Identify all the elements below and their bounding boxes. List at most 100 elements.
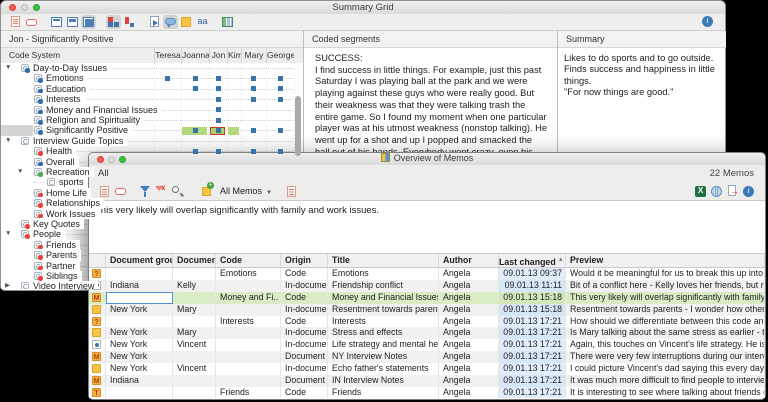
coded-segment-dot[interactable]	[215, 117, 221, 123]
insert-segment-icon[interactable]	[147, 15, 162, 29]
cell-document[interactable]: Kelly	[173, 279, 216, 292]
coded-segment-dot[interactable]	[192, 86, 198, 92]
highlighted-matrix-cell[interactable]	[228, 126, 239, 135]
code-row-interests[interactable]: Interests	[1, 94, 303, 105]
excel-export-icon[interactable]	[693, 184, 708, 198]
coded-segment-dot[interactable]	[192, 128, 198, 134]
coded-segment-dot[interactable]	[277, 76, 283, 82]
code-row-religion-and-spirituality[interactable]: Religion and Spirituality	[1, 115, 303, 126]
coded-segment-dot[interactable]	[215, 107, 221, 113]
cell-code[interactable]: Interests	[216, 315, 281, 328]
cell-title[interactable]: Echo father's statements	[328, 363, 439, 376]
memo-memo-icon[interactable]	[92, 328, 101, 338]
memo-M-icon[interactable]: M	[92, 292, 101, 302]
layout-middle-icon[interactable]	[65, 15, 80, 29]
cell-document-group[interactable]	[106, 315, 173, 328]
cell-title[interactable]: Friends	[328, 386, 439, 398]
cell-document[interactable]	[173, 315, 216, 328]
memo-row[interactable]: M New York Document groupNY Interview Note…	[89, 351, 765, 364]
cell-preview[interactable]: I could picture Vincent's dad saying thi…	[566, 363, 765, 376]
cell-preview[interactable]: Resentment towards parents - I wonder ho…	[566, 303, 765, 316]
cell-author[interactable]: Angela	[439, 386, 499, 398]
eraser-icon[interactable]	[113, 184, 128, 198]
person-column-mary[interactable]: Mary	[241, 48, 266, 63]
summary-table-icon[interactable]	[220, 15, 235, 29]
memo-M-icon[interactable]: M	[92, 352, 101, 362]
cell-author[interactable]: Angela	[439, 303, 499, 316]
cell-origin[interactable]: Code	[281, 315, 328, 328]
tree-scrollbar[interactable]	[295, 96, 301, 156]
cell-origin[interactable]: Code	[281, 291, 328, 304]
cell-author[interactable]: Angela	[439, 279, 499, 292]
cell-origin[interactable]: In-document	[281, 363, 328, 376]
expand-arrow-icon[interactable]: ▼	[5, 63, 11, 73]
column-header-Origin[interactable]: Origin	[281, 254, 328, 267]
cell-title[interactable]: Stress and effects	[328, 327, 439, 340]
cell-document[interactable]	[173, 268, 216, 280]
cell-origin[interactable]: In-document	[281, 339, 328, 352]
memo-row[interactable]: ? Emotions Code Emotions Angela 09.01.13 09:3…	[89, 268, 765, 280]
code-row-significantly-positive[interactable]: Significantly Positive	[1, 125, 303, 136]
column-header-Document[interactable]: Document	[173, 254, 216, 267]
column-header-icon[interactable]	[89, 254, 106, 267]
cell-document[interactable]	[173, 351, 216, 364]
eraser-icon[interactable]	[24, 15, 39, 29]
summary-grid-titlebar[interactable]: Summary Grid	[1, 1, 725, 15]
search-icon[interactable]	[170, 184, 185, 198]
open-document-icon[interactable]	[8, 15, 23, 29]
coded-segment-dot[interactable]	[277, 86, 283, 92]
cell-code[interactable]	[216, 303, 281, 316]
cell-title[interactable]: Life strategy and mental health	[328, 339, 439, 352]
coded-segment-dot[interactable]	[215, 86, 221, 92]
code-row-emotions[interactable]: Emotions	[1, 73, 303, 84]
cell-document[interactable]	[173, 375, 216, 387]
info-icon[interactable]	[741, 184, 756, 198]
collapse-arrow-icon[interactable]: ▶	[5, 281, 10, 289]
cell-preview[interactable]: Again, this touches on Vincent's life st…	[566, 339, 765, 352]
cell-code[interactable]: Friends	[216, 386, 281, 398]
coded-segment-dot[interactable]	[251, 128, 256, 134]
cell-author[interactable]: Angela	[439, 363, 499, 376]
coded-segment-dot[interactable]	[165, 76, 170, 82]
cell-document-group[interactable]: Indiana	[106, 279, 173, 292]
cell-preview[interactable]: It was much more difficult to find peopl…	[566, 375, 765, 387]
cell-origin[interactable]: In-document	[281, 303, 328, 316]
cell-last-changed[interactable]: 09.01.13 17:21	[499, 386, 566, 398]
layout-full-icon[interactable]	[81, 15, 96, 29]
cell-title[interactable]: NY Interview Notes	[328, 351, 439, 364]
cell-title[interactable]: Interests	[328, 315, 439, 328]
cell-code[interactable]	[216, 279, 281, 292]
info-icon[interactable]	[700, 14, 715, 28]
column-header-Preview[interactable]: Preview	[566, 254, 765, 267]
cell-last-changed[interactable]: 09.01.13 17:21	[499, 363, 566, 376]
cell-last-changed[interactable]: 09.01.13 17:21	[499, 327, 566, 340]
code-row-day-to-day-issues[interactable]: ▼ Day-to-Day Issues	[1, 63, 303, 74]
coded-segment-dot[interactable]	[215, 128, 221, 134]
coded-segment-dot[interactable]	[192, 148, 198, 154]
memo-question-icon[interactable]: ?	[92, 269, 101, 278]
cell-document-group[interactable]: New York	[106, 327, 173, 340]
coded-segment-dot[interactable]	[251, 96, 256, 102]
coded-segment-dot[interactable]	[192, 76, 198, 82]
cell-preview[interactable]: There were very few interruptions during…	[566, 351, 765, 364]
person-column-george[interactable]: George	[266, 48, 294, 63]
cell-document[interactable]: Vincent	[173, 339, 216, 352]
cell-title[interactable]: Money and Financial Issues	[328, 291, 439, 304]
person-column-jon[interactable]: Jon	[209, 48, 227, 63]
coded-segment-dot[interactable]	[251, 148, 256, 154]
memo-icon[interactable]	[179, 15, 194, 29]
memo-row[interactable]: New YorkMaryIn-documentResentment toward…	[89, 303, 765, 316]
memo-list-icon[interactable]	[284, 184, 299, 198]
coded-segment-dot[interactable]	[215, 148, 221, 154]
code-relations-icon[interactable]	[122, 15, 137, 29]
cell-preview[interactable]: It is interesting to see where talking a…	[566, 386, 765, 398]
code-row-money-and-financial-issues[interactable]: Money and Financial Issues	[1, 104, 303, 115]
memo-T-icon[interactable]: T	[92, 387, 101, 397]
memo-memo-icon[interactable]	[92, 364, 101, 374]
cell-document[interactable]	[173, 291, 216, 304]
coded-segment-dot[interactable]	[277, 128, 283, 134]
cell-code[interactable]	[216, 375, 281, 387]
cell-document-group[interactable]: New York	[106, 303, 173, 316]
memo-row[interactable]: New YorkVincent In-documentEcho father's …	[89, 363, 765, 376]
cell-document-group[interactable]: New York	[106, 351, 173, 364]
